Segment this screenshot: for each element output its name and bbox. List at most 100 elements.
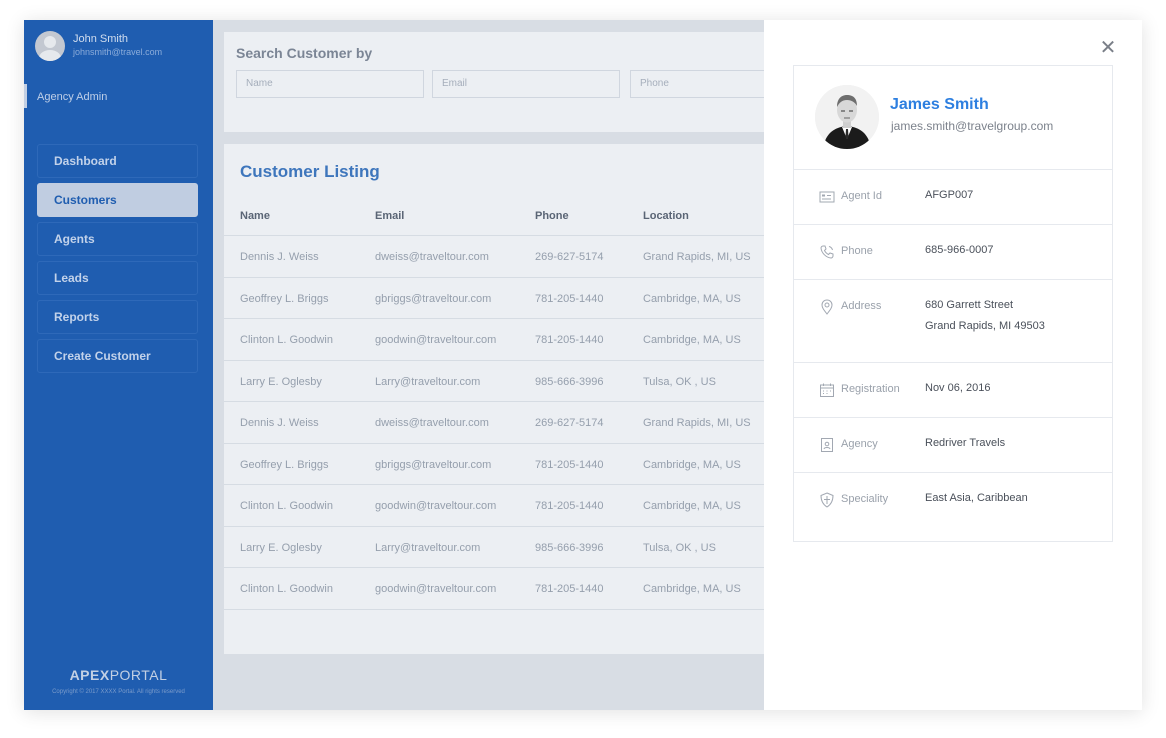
app-window: John Smith johnsmith@travel.com Agency A… xyxy=(24,20,1142,710)
search-title: Search Customer by xyxy=(236,45,373,61)
brand-logo: APEXPORTAL xyxy=(69,667,168,683)
cell-phone: 781-205-1440 xyxy=(535,458,604,471)
cell-email: dweiss@traveltour.com xyxy=(375,251,489,263)
cell-phone: 269-627-5174 xyxy=(535,251,604,263)
field-label: Agency xyxy=(841,438,878,450)
user-profile[interactable]: John Smith johnsmith@travel.com xyxy=(35,31,162,61)
user-role: Agency Admin xyxy=(37,91,108,103)
main-content: Search Customer by Name Email Phone Cust… xyxy=(213,20,784,710)
cell-email: goodwin@traveltour.com xyxy=(375,583,497,595)
phone-icon xyxy=(819,244,835,260)
table-header: Name Email Phone Location xyxy=(224,196,784,236)
column-phone[interactable]: Phone xyxy=(535,210,569,222)
avatar xyxy=(35,31,65,61)
sidebar-item-leads[interactable]: Leads xyxy=(37,261,198,295)
user-name: John Smith xyxy=(73,33,129,45)
sidebar-item-reports[interactable]: Reports xyxy=(37,300,198,334)
agency-badge-icon xyxy=(819,437,835,453)
cell-location: Cambridge, MA, US xyxy=(643,500,741,512)
address-line-1: 680 Garrett Street xyxy=(925,299,1014,311)
table-row[interactable]: Larry E. Oglesby Larry@traveltour.com 985-… xyxy=(224,361,784,402)
table-row[interactable]: Dennis J. Weiss dweiss@traveltour.com 269-… xyxy=(224,236,784,278)
customer-listing: Customer Listing Name Email Phone Locati… xyxy=(224,144,784,654)
sidebar-item-agents[interactable]: Agents xyxy=(37,222,198,256)
agent-id-row: Agent Id AFGP007 xyxy=(794,170,1112,225)
sidebar: John Smith johnsmith@travel.com Agency A… xyxy=(24,20,213,710)
field-label: Speciality xyxy=(841,493,889,505)
field-value: 680 Garrett Street Grand Rapids, MI 4950… xyxy=(925,295,1045,337)
table-row[interactable]: Larry E. Oglesby Larry@traveltour.com 985-… xyxy=(224,527,784,568)
cell-phone: 269-627-5174 xyxy=(535,417,604,429)
table-body: Dennis J. Weiss dweiss@traveltour.com 269-… xyxy=(224,236,784,610)
table-row[interactable]: Clinton L. Goodwin goodwin@traveltour.com… xyxy=(224,568,784,610)
agent-email: james.smith@travelgroup.com xyxy=(891,119,1054,133)
cell-name: Dennis J. Weiss xyxy=(240,251,319,263)
field-label: Registration xyxy=(841,383,900,395)
address-row: Address 680 Garrett Street Grand Rapids,… xyxy=(794,280,1112,363)
cell-name: Clinton L. Goodwin xyxy=(240,583,333,595)
cell-name: Dennis J. Weiss xyxy=(240,417,319,429)
field-label: Address xyxy=(841,300,882,312)
id-card-icon xyxy=(819,189,835,205)
agent-detail-panel: ✕ James Smith james.smith@travelgroup.co… xyxy=(764,20,1142,710)
search-email-input[interactable]: Email xyxy=(432,70,620,98)
location-pin-icon xyxy=(819,299,835,315)
column-name[interactable]: Name xyxy=(240,210,270,222)
listing-title: Customer Listing xyxy=(240,162,380,181)
table-row[interactable]: Dennis J. Weiss dweiss@traveltour.com 269-… xyxy=(224,402,784,444)
speciality-row: Speciality East Asia, Caribbean xyxy=(794,473,1112,528)
sidebar-nav: Dashboard Customers Agents Leads Reports… xyxy=(37,144,198,378)
phone-row: Phone 685-966-0007 xyxy=(794,225,1112,280)
agent-card: James Smith james.smith@travelgroup.com … xyxy=(793,65,1113,542)
agent-photo xyxy=(815,85,879,149)
table-row[interactable]: Geoffrey L. Briggs gbriggs@traveltour.com… xyxy=(224,278,784,319)
cell-location: Cambridge, MA, US xyxy=(643,458,741,471)
agent-name: James Smith xyxy=(890,96,989,113)
field-label: Agent Id xyxy=(841,190,882,202)
user-email: johnsmith@travel.com xyxy=(73,47,163,57)
sidebar-item-dashboard[interactable]: Dashboard xyxy=(37,144,198,178)
cell-location: Cambridge, MA, US xyxy=(643,583,741,595)
table-row[interactable]: Clinton L. Goodwin goodwin@traveltour.com… xyxy=(224,319,784,361)
cell-location: Grand Rapids, MI, US xyxy=(643,251,751,263)
address-line-2: Grand Rapids, MI 49503 xyxy=(925,320,1045,332)
cell-location: Cambridge, MA, US xyxy=(643,292,741,305)
column-email[interactable]: Email xyxy=(375,210,404,222)
registration-row: Registration Nov 06, 2016 xyxy=(794,363,1112,418)
field-value: AFGP007 xyxy=(925,189,974,201)
sidebar-item-customers[interactable]: Customers xyxy=(37,183,198,217)
field-value: East Asia, Caribbean xyxy=(925,492,1028,504)
cell-email: gbriggs@traveltour.com xyxy=(375,292,492,305)
cell-email: gbriggs@traveltour.com xyxy=(375,458,492,471)
close-icon[interactable]: ✕ xyxy=(1099,38,1117,58)
cell-email: Larry@traveltour.com xyxy=(375,375,481,388)
sidebar-item-create-customer[interactable]: Create Customer xyxy=(37,339,198,373)
field-label: Phone xyxy=(841,245,873,257)
cell-location: Grand Rapids, MI, US xyxy=(643,417,751,429)
cell-name: Geoffrey L. Briggs xyxy=(240,292,329,305)
table-row[interactable]: Clinton L. Goodwin goodwin@traveltour.com… xyxy=(224,485,784,527)
cell-location: Cambridge, MA, US xyxy=(643,334,741,346)
field-value: Nov 06, 2016 xyxy=(925,382,991,394)
shield-icon xyxy=(819,492,835,508)
agency-row: Agency Redriver Travels xyxy=(794,418,1112,473)
cell-phone: 781-205-1440 xyxy=(535,583,604,595)
cell-phone: 781-205-1440 xyxy=(535,334,604,346)
cell-location: Tulsa, OK , US xyxy=(643,541,716,554)
column-location[interactable]: Location xyxy=(643,210,689,222)
cell-name: Larry E. Oglesby xyxy=(240,541,322,554)
cell-email: goodwin@traveltour.com xyxy=(375,334,497,346)
cell-phone: 781-205-1440 xyxy=(535,500,604,512)
field-value: Redriver Travels xyxy=(925,437,1006,449)
cell-email: goodwin@traveltour.com xyxy=(375,500,497,512)
search-name-input[interactable]: Name xyxy=(236,70,424,98)
role-indicator xyxy=(24,84,27,108)
cell-name: Clinton L. Goodwin xyxy=(240,334,333,346)
cell-name: Geoffrey L. Briggs xyxy=(240,458,329,471)
search-panel: Search Customer by Name Email Phone xyxy=(224,32,784,132)
search-phone-input[interactable]: Phone xyxy=(630,70,784,98)
cell-phone: 985-666-3996 xyxy=(535,541,604,554)
cell-location: Tulsa, OK , US xyxy=(643,375,716,388)
table-row[interactable]: Geoffrey L. Briggs gbriggs@traveltour.com… xyxy=(224,444,784,485)
field-value: 685-966-0007 xyxy=(925,244,994,256)
